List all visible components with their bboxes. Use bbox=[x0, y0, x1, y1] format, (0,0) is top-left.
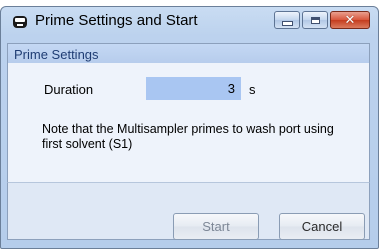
window-title: Prime Settings and Start bbox=[35, 12, 198, 29]
maximize-icon bbox=[310, 16, 320, 24]
duration-input[interactable] bbox=[146, 77, 241, 100]
close-icon: ✕ bbox=[344, 12, 356, 28]
cancel-button[interactable]: Cancel bbox=[279, 213, 365, 240]
app-icon bbox=[13, 16, 27, 28]
duration-unit: s bbox=[249, 82, 256, 97]
maximize-button[interactable] bbox=[302, 11, 328, 29]
prime-note: Note that the Multisampler primes to was… bbox=[42, 122, 334, 151]
close-button[interactable]: ✕ bbox=[330, 11, 370, 29]
title-bar[interactable]: Prime Settings and Start ✕ bbox=[1, 7, 378, 37]
duration-label: Duration bbox=[44, 82, 94, 97]
group-header: Prime Settings bbox=[7, 43, 370, 64]
minimize-button[interactable] bbox=[274, 11, 300, 29]
group-title: Prime Settings bbox=[14, 47, 99, 62]
window-controls: ✕ bbox=[274, 11, 370, 29]
minimize-icon bbox=[281, 20, 293, 26]
start-button[interactable]: Start bbox=[173, 213, 259, 240]
